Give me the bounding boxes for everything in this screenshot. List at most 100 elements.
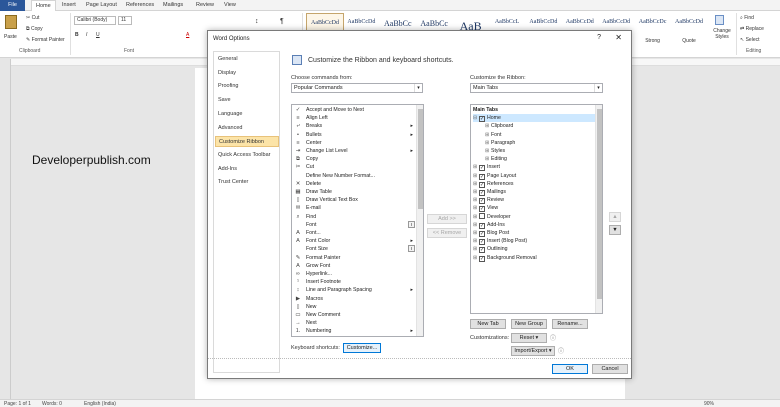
tree-item[interactable]: ⊞ ✓ Insert <box>473 163 595 172</box>
tab-checkbox[interactable]: ✓ <box>479 198 485 205</box>
command-item[interactable]: ⒈ Numbering ▸ <box>293 327 417 335</box>
command-item[interactable]: ¹ Insert Footnote <box>293 278 417 286</box>
new-tab-button[interactable]: New Tab <box>470 319 506 329</box>
tab-checkbox[interactable]: ✓ <box>479 116 485 123</box>
import-export-button[interactable]: Import/Export ▾ <box>511 346 555 356</box>
nav-item-language[interactable]: Language <box>215 109 279 120</box>
page-count[interactable]: Page: 1 of 1 <box>4 401 31 407</box>
command-item[interactable]: Font Size I <box>293 245 417 253</box>
nav-item-proofing[interactable]: Proofing <box>215 81 279 92</box>
commands-list[interactable]: ⒈ Numbering ▸ → Next ▭ New Comment ▯ New ▶ Macros ↕… <box>291 104 424 337</box>
tab-checkbox[interactable]: ✓ <box>479 206 485 213</box>
sort-icon[interactable]: ↕ <box>255 18 259 25</box>
tree-item[interactable]: ⊞ ✓ References <box>473 180 595 188</box>
tree-item[interactable]: ⊞ ✓ View <box>473 204 595 213</box>
tree-item[interactable]: ⊞ ✓ Page Layout <box>473 172 595 180</box>
add-button[interactable]: Add >> <box>427 214 467 224</box>
command-item[interactable]: ✂ Cut <box>293 163 417 171</box>
select-button[interactable]: ↖ Select <box>740 37 760 43</box>
command-item[interactable]: ∞ Hyperlink... <box>293 270 417 278</box>
tree-item[interactable]: ⊞ ✓ Background Removal <box>473 254 595 262</box>
italic-icon[interactable]: I <box>86 32 87 38</box>
nav-item-quick-access-toolbar[interactable]: Quick Access Toolbar <box>215 150 279 161</box>
tab-mailings[interactable]: Mailings <box>163 2 183 8</box>
font-size-box[interactable]: 11 <box>118 16 132 25</box>
tab-checkbox[interactable]: ✓ <box>479 222 485 229</box>
command-item[interactable]: ⌕ Find <box>293 213 417 221</box>
tab-checkbox[interactable]: ✓ <box>479 255 485 262</box>
tree-item[interactable]: ⊞ Font <box>485 131 595 139</box>
tree-item[interactable]: ⊞ Clipboard <box>485 122 595 130</box>
command-item[interactable]: ▦ Draw Table <box>293 188 417 196</box>
command-item[interactable]: → Next <box>293 319 417 327</box>
move-down-button[interactable]: ▼ <box>609 225 621 235</box>
scrollbar-thumb[interactable] <box>418 109 423 209</box>
bold-icon[interactable]: B <box>75 32 79 38</box>
tree-item[interactable]: ⊞ Styles <box>485 147 595 155</box>
customize-ribbon-select[interactable]: Main Tabs ▾ <box>470 83 603 93</box>
command-item[interactable]: A Font... <box>293 229 417 237</box>
font-name-box[interactable]: Calibri (Body) <box>74 16 116 25</box>
command-item[interactable]: ✕ Delete <box>293 180 417 188</box>
nav-item-trust-center[interactable]: Trust Center <box>215 177 279 188</box>
command-item[interactable]: ▯ New <box>293 303 417 311</box>
command-item[interactable]: ▭ New Comment <box>293 311 417 319</box>
paste-icon[interactable] <box>5 15 17 29</box>
tab-references[interactable]: References <box>126 2 154 8</box>
command-item[interactable]: Font I <box>293 220 417 229</box>
font-color-icon[interactable]: A <box>186 32 189 38</box>
tab-checkbox[interactable]: ✓ <box>479 165 485 172</box>
command-item[interactable]: ⧉ Copy <box>293 155 417 163</box>
command-item[interactable]: ≡ Center <box>293 139 417 147</box>
format-painter-button[interactable]: ✎ Format Painter <box>26 37 65 43</box>
tree-item[interactable]: ⊞ ✓ Insert (Blog Post) <box>473 237 595 246</box>
tab-file[interactable]: File <box>0 0 25 11</box>
nav-item-add-ins[interactable]: Add-Ins <box>215 164 279 175</box>
command-item[interactable]: ✉ E-mail <box>293 204 417 212</box>
word-count[interactable]: Words: 0 <box>42 401 62 407</box>
help-icon[interactable]: ? <box>597 34 601 41</box>
cut-button[interactable]: ✂ Cut <box>26 15 39 21</box>
zoom-level[interactable]: 90% <box>704 401 714 407</box>
tab-checkbox[interactable]: ✓ <box>479 173 485 180</box>
command-item[interactable]: ⇥ Change List Level ▸ <box>293 147 417 155</box>
new-group-button[interactable]: New Group <box>511 319 547 329</box>
language-indicator[interactable]: English (India) <box>84 401 116 407</box>
command-item[interactable]: ✓ Accept and Move to Next <box>293 106 417 114</box>
remove-button[interactable]: << Remove <box>427 228 467 238</box>
command-item[interactable]: A Grow Font <box>293 262 417 270</box>
tab-review[interactable]: Review <box>196 2 214 8</box>
tab-insert[interactable]: Insert <box>62 2 76 8</box>
command-item[interactable]: ⤶ Breaks ▸ <box>293 122 417 130</box>
command-item[interactable]: • Bullets ▸ <box>293 131 417 139</box>
command-item[interactable]: ↕ Line and Paragraph Spacing ▸ <box>293 286 417 294</box>
scrollbar-thumb[interactable] <box>597 109 602 299</box>
close-icon[interactable]: ✕ <box>615 33 622 42</box>
command-item[interactable]: ≡ Align Left <box>293 114 417 122</box>
tree-item[interactable]: ⊞ ✓ Review <box>473 196 595 205</box>
tab-view[interactable]: View <box>224 2 236 8</box>
nav-item-save[interactable]: Save <box>215 95 279 106</box>
command-item[interactable]: ▯ Draw Vertical Text Box <box>293 196 417 204</box>
command-item[interactable]: Define New Number Format... <box>293 172 417 180</box>
find-button[interactable]: ⌕ Find <box>740 15 754 21</box>
tree-item[interactable]: ⊞ Developer <box>473 212 595 221</box>
tree-scrollbar[interactable] <box>595 105 602 313</box>
change-styles-icon[interactable] <box>715 15 724 25</box>
tree-item[interactable]: ⊞ ✓ Mailings <box>473 188 595 196</box>
change-styles-button[interactable]: Change Styles <box>711 28 733 40</box>
style-option[interactable]: AaBbCcDc Strong <box>634 13 672 47</box>
paste-button[interactable]: Paste <box>4 34 17 40</box>
nav-item-general[interactable]: General <box>215 54 279 65</box>
copy-button[interactable]: ⧉ Copy <box>26 26 43 32</box>
underline-icon[interactable]: U <box>96 32 100 38</box>
tab-checkbox[interactable] <box>479 212 485 219</box>
move-up-button[interactable]: ▲ <box>609 212 621 222</box>
commands-scrollbar[interactable] <box>416 105 423 336</box>
replace-button[interactable]: ⇄ Replace <box>740 26 764 32</box>
tab-page-layout[interactable]: Page Layout <box>86 2 117 8</box>
tab-checkbox[interactable]: ✓ <box>479 190 485 196</box>
rename-button[interactable]: Rename... <box>552 319 588 329</box>
reset-button[interactable]: Reset ▾ <box>511 333 547 343</box>
pilcrow-icon[interactable]: ¶ <box>280 18 284 25</box>
